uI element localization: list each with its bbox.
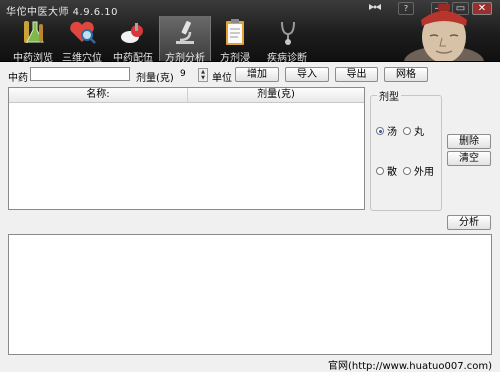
- list-header: 名称: 剂量(克): [9, 88, 364, 103]
- app-window: 华佗中医大师 4.9.6.10 ? — ▭ ✕ 中药浏览: [0, 0, 500, 372]
- dose-label: 剂量(克): [136, 73, 174, 84]
- stethoscope-icon: [262, 18, 312, 46]
- tab-diagnosis[interactable]: 疾病诊断: [262, 16, 312, 64]
- heart-search-icon: [57, 18, 107, 46]
- tab-3d-acupoint[interactable]: 三维穴位: [57, 16, 107, 64]
- analyze-button[interactable]: 分析: [447, 215, 491, 230]
- dose-input[interactable]: [177, 67, 199, 81]
- doctor-portrait: [394, 4, 494, 61]
- export-button[interactable]: 导出: [335, 67, 378, 82]
- tab-label: 方剂浸: [220, 53, 250, 64]
- radio-external[interactable]: 外用: [403, 167, 434, 179]
- header-bar: 华佗中医大师 4.9.6.10 ? — ▭ ✕ 中药浏览: [0, 0, 500, 64]
- radio-powder[interactable]: 散: [376, 167, 397, 179]
- tab-label: 方剂分析: [165, 53, 205, 64]
- tab-formula-analysis[interactable]: 方剂分析: [159, 16, 211, 64]
- clipboard-icon: [210, 18, 260, 46]
- radio-decoction[interactable]: 汤: [376, 127, 397, 139]
- tab-label: 中药配伍: [113, 53, 153, 64]
- clear-button[interactable]: 清空: [447, 151, 491, 166]
- unit-label: 单位: [212, 73, 232, 84]
- column-dose[interactable]: 剂量(克): [188, 88, 364, 102]
- dose-stepper[interactable]: ▲ ▼: [198, 68, 208, 82]
- pills-icon: [108, 18, 158, 46]
- add-button[interactable]: 增加: [235, 67, 279, 82]
- microscope-icon: [160, 18, 210, 46]
- tab-formula[interactable]: 方剂浸: [210, 16, 260, 64]
- herb-list[interactable]: 名称: 剂量(克): [8, 87, 365, 210]
- tab-label: 中药浏览: [13, 53, 53, 64]
- flask-icon: [8, 18, 58, 46]
- analysis-output[interactable]: [8, 234, 492, 355]
- tab-label: 疾病诊断: [267, 53, 307, 64]
- radio-dot: [403, 167, 411, 175]
- grid-button[interactable]: 网格: [384, 67, 428, 82]
- dosage-form-title: 剂型: [377, 88, 401, 103]
- herb-input[interactable]: [30, 67, 130, 81]
- radio-dot: [403, 127, 411, 135]
- import-button[interactable]: 导入: [285, 67, 329, 82]
- radio-label: 外用: [414, 167, 434, 178]
- herb-label: 中药: [8, 73, 28, 84]
- stepper-down-icon[interactable]: ▼: [199, 75, 207, 81]
- radio-label: 汤: [387, 127, 397, 138]
- radio-dot: [376, 127, 384, 135]
- tab-herb-browse[interactable]: 中药浏览: [8, 16, 58, 64]
- dosage-form-group: [370, 95, 442, 211]
- tab-label: 三维穴位: [62, 53, 102, 64]
- column-name[interactable]: 名称:: [9, 88, 188, 102]
- bow-tie-icon[interactable]: [368, 2, 382, 13]
- radio-label: 散: [387, 167, 397, 178]
- radio-label: 丸: [414, 127, 424, 138]
- radio-dot: [376, 167, 384, 175]
- tab-herb-compat[interactable]: 中药配伍: [108, 16, 158, 64]
- delete-button[interactable]: 删除: [447, 134, 491, 149]
- radio-pill[interactable]: 丸: [403, 127, 424, 139]
